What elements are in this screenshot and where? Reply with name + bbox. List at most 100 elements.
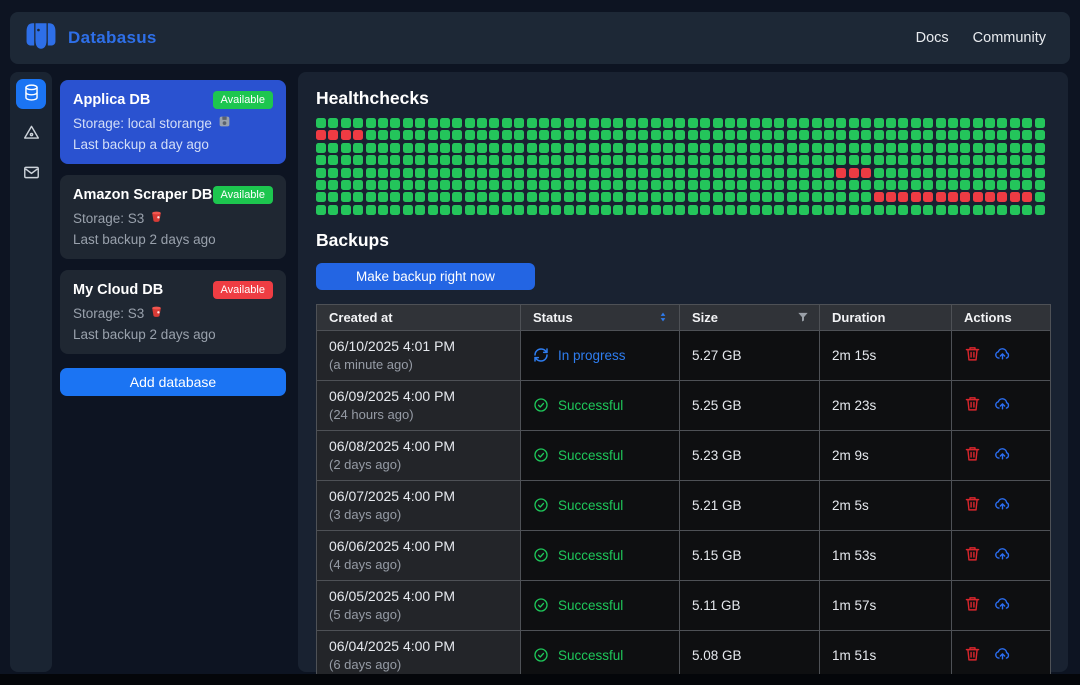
healthcheck-cell (923, 167, 934, 178)
healthcheck-cell (737, 192, 748, 203)
healthcheck-cell (464, 155, 475, 166)
add-database-button[interactable]: Add database (60, 368, 286, 396)
healthcheck-cell (762, 130, 773, 141)
healthcheck-cell (390, 167, 401, 178)
sidebar-item-databases[interactable] (16, 79, 46, 109)
healthcheck-cell (749, 130, 760, 141)
healthcheck-cell (786, 155, 797, 166)
healthcheck-cell (452, 118, 463, 128)
database-card-applica[interactable]: Applica DB Available Storage: local stor… (60, 80, 286, 164)
healthcheck-cell (675, 130, 686, 141)
healthcheck-cell (316, 192, 326, 203)
delete-backup-button[interactable] (964, 495, 981, 515)
check-circle-icon (533, 497, 549, 513)
restore-backup-button[interactable] (994, 495, 1011, 515)
healthcheck-cell (662, 192, 673, 203)
delete-backup-button[interactable] (964, 345, 981, 365)
sidebar-item-mail[interactable] (16, 159, 46, 189)
healthcheck-cell (947, 118, 958, 128)
brand[interactable]: Databasus (24, 19, 157, 58)
make-backup-button[interactable]: Make backup right now (316, 262, 535, 290)
database-card-my-cloud[interactable]: My Cloud DB Available Storage: S3 Last b… (60, 270, 286, 354)
healthcheck-cell (898, 192, 909, 203)
healthcheck-cell (910, 155, 921, 166)
healthcheck-cell (340, 204, 351, 215)
healthcheck-cell (749, 204, 760, 215)
healthcheck-cell (402, 204, 413, 215)
filter-icon[interactable] (796, 310, 810, 324)
healthcheck-cell (1009, 204, 1020, 215)
healthcheck-cell (712, 204, 723, 215)
healthcheck-cell (824, 192, 835, 203)
healthcheck-cell (514, 167, 525, 178)
restore-backup-button[interactable] (994, 545, 1011, 565)
restore-backup-button[interactable] (994, 645, 1011, 665)
healthcheck-cell (576, 179, 587, 190)
healthcheck-cell (836, 118, 847, 128)
status-label: Successful (558, 597, 624, 613)
healthcheck-cell (353, 167, 364, 178)
backup-date: 06/10/2025 4:01 PM (329, 338, 456, 355)
healthcheck-cell (811, 130, 822, 141)
delete-backup-button[interactable] (964, 445, 981, 465)
healthcheck-cell (316, 179, 326, 190)
last-backup-line: Last backup 2 days ago (73, 232, 216, 247)
healthcheck-cell (650, 155, 661, 166)
delete-backup-button[interactable] (964, 545, 981, 565)
database-name: Applica DB (73, 92, 151, 108)
healthcheck-cell (774, 155, 785, 166)
healthcheck-cell (402, 192, 413, 203)
database-card-amazon-scraper[interactable]: Amazon Scraper DB Available Storage: S3 … (60, 175, 286, 259)
healthcheck-cell (526, 142, 537, 153)
backup-date: 06/05/2025 4:00 PM (329, 588, 456, 605)
healthcheck-cell (650, 192, 661, 203)
healthcheck-cell (923, 179, 934, 190)
healthcheck-cell (762, 179, 773, 190)
healthcheck-cell (947, 142, 958, 153)
restore-backup-button[interactable] (994, 595, 1011, 615)
healthcheck-cell (910, 204, 921, 215)
healthcheck-cell (316, 118, 326, 128)
healthcheck-cell (638, 179, 649, 190)
restore-backup-button[interactable] (994, 395, 1011, 415)
healthcheck-cell (1009, 142, 1020, 153)
nav-link-community[interactable]: Community (973, 30, 1046, 46)
healthcheck-cell (799, 167, 810, 178)
healthcheck-cell (452, 142, 463, 153)
delete-backup-button[interactable] (964, 395, 981, 415)
healthcheck-cell (526, 155, 537, 166)
header-status[interactable]: Status (520, 303, 680, 331)
healthcheck-cell (613, 118, 624, 128)
healthcheck-cell (947, 204, 958, 215)
sidebar-item-drive[interactable] (16, 119, 46, 149)
healthcheck-cell (464, 179, 475, 190)
healthcheck-cell (489, 155, 500, 166)
healthcheck-cell (848, 118, 859, 128)
restore-backup-button[interactable] (994, 345, 1011, 365)
healthcheck-cell (799, 179, 810, 190)
size-cell: 5.21 GB (679, 479, 820, 531)
restore-backup-button[interactable] (994, 445, 1011, 465)
healthcheck-cell (415, 118, 426, 128)
healthcheck-cell (439, 167, 450, 178)
header-size[interactable]: Size (679, 303, 820, 331)
healthcheck-cell (1034, 155, 1045, 166)
delete-backup-button[interactable] (964, 645, 981, 665)
healthcheck-cell (402, 118, 413, 128)
healthcheck-cell (848, 167, 859, 178)
healthcheck-cell (576, 204, 587, 215)
sort-icon[interactable] (656, 310, 670, 324)
delete-backup-button[interactable] (964, 595, 981, 615)
healthcheck-cell (947, 155, 958, 166)
status-cell: Successful (520, 429, 680, 481)
backup-date-relative: (4 days ago) (329, 557, 402, 573)
healthcheck-cell (539, 130, 550, 141)
healthcheck-cell (563, 167, 574, 178)
backup-row: 06/07/2025 4:00 PM (3 days ago) Successful… (316, 479, 1051, 531)
status-cell: In progress (520, 329, 680, 381)
healthcheck-cell (477, 204, 488, 215)
nav-link-docs[interactable]: Docs (916, 30, 949, 46)
healthcheck-cell (439, 192, 450, 203)
healthcheck-cell (588, 130, 599, 141)
backup-date: 06/08/2025 4:00 PM (329, 438, 456, 455)
